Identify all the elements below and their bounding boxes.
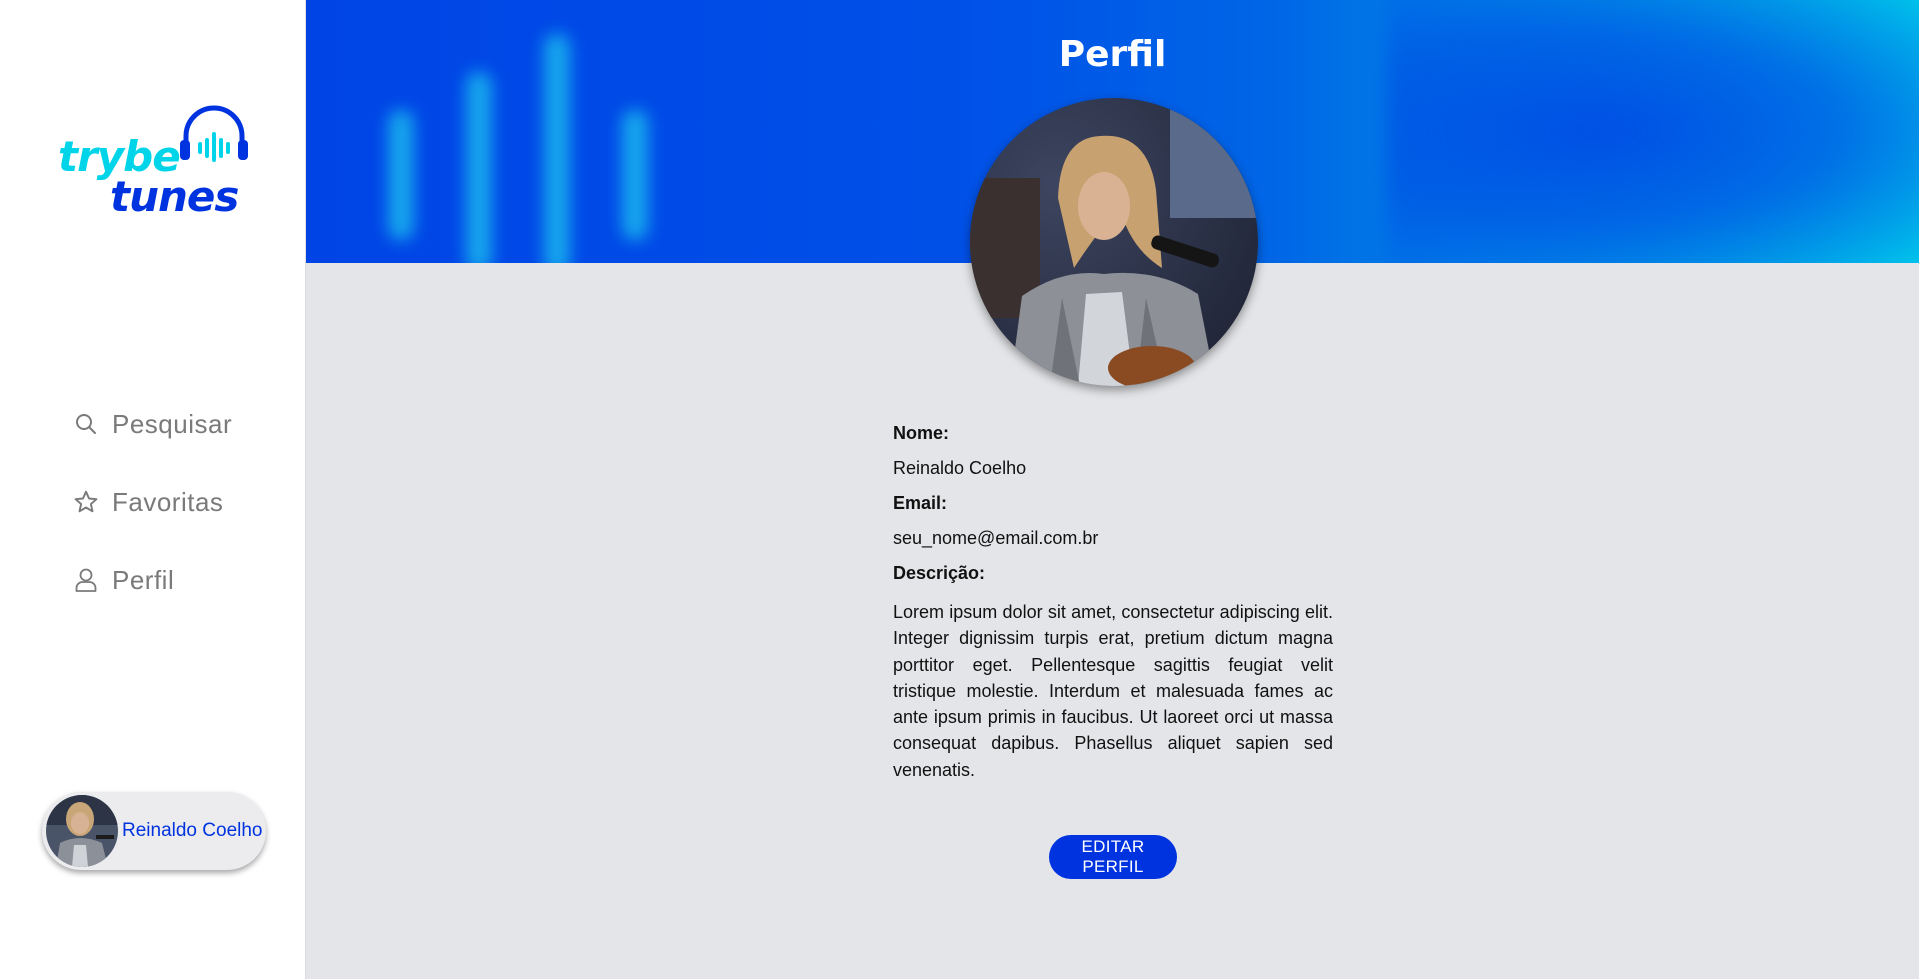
sidebar-item-label: Pesquisar <box>112 408 233 439</box>
profile-photo <box>970 98 1258 386</box>
sidebar-nav: Pesquisar Favoritas Perfil <box>72 404 232 638</box>
user-chip[interactable]: Reinaldo Coelho <box>42 792 266 870</box>
page-title: Perfil <box>1058 34 1167 75</box>
avatar <box>46 795 118 867</box>
user-name: Reinaldo Coelho <box>122 820 263 841</box>
sidebar-item-label: Favoritas <box>112 486 224 517</box>
description-label: Descrição: <box>893 563 986 583</box>
search-icon <box>72 410 100 438</box>
profile-info: Nome: Reinaldo Coelho Email: seu_nome@em… <box>893 420 1333 783</box>
sidebar-item-label: Perfil <box>112 564 175 595</box>
banner-bar-decoration <box>466 72 492 263</box>
sidebar: trybe tunes Pesquisar Favoritas Perfil R… <box>0 0 306 979</box>
sidebar-item-pesquisar[interactable]: Pesquisar <box>72 404 232 444</box>
email-value: seu_nome@email.com.br <box>893 528 1099 548</box>
banner-bar-decoration <box>388 110 414 240</box>
star-icon <box>72 488 100 516</box>
email-label: Email: <box>893 493 948 513</box>
name-value: Reinaldo Coelho <box>893 458 1027 478</box>
sidebar-item-perfil[interactable]: Perfil <box>72 560 232 600</box>
banner-bar-decoration <box>622 110 648 240</box>
sidebar-item-favoritas[interactable]: Favoritas <box>72 482 232 522</box>
user-icon <box>72 566 100 594</box>
name-label: Nome: <box>893 423 950 443</box>
logo[interactable]: trybe tunes <box>58 104 258 224</box>
logo-text-tunes: tunes <box>110 172 239 221</box>
description-text: Lorem ipsum dolor sit amet, consectetur … <box>893 602 1333 780</box>
edit-profile-button[interactable]: EDITAR PERFIL <box>1049 835 1177 879</box>
headphones-icon <box>180 105 248 162</box>
